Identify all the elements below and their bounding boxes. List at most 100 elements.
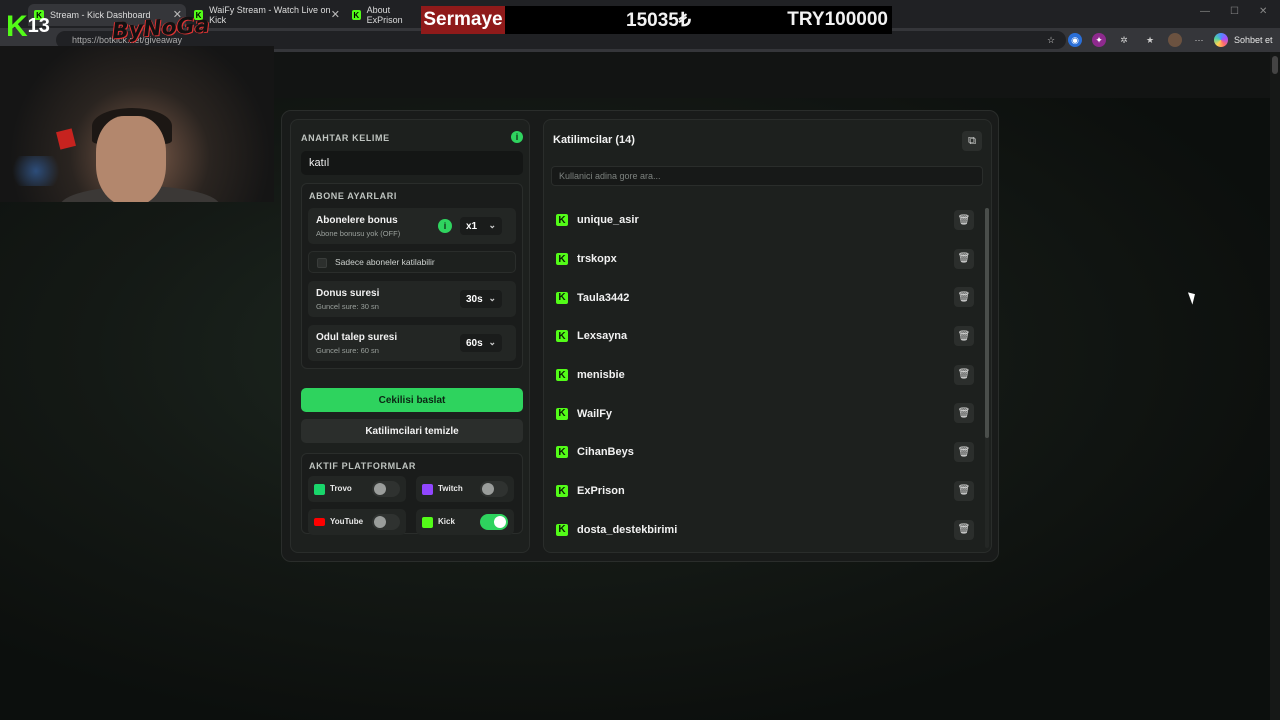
keyword-input[interactable]: katıl [301,151,523,175]
extension-icon[interactable]: ◉ [1068,33,1082,47]
participant-row: Kmenisbie 🗑 [548,356,980,395]
copilot-chat-button[interactable]: Sohbet et [1214,32,1273,48]
participants-column: Katilimcilar (14) ⧉ Kullanici adina gore… [543,119,992,553]
participant-name: trskopx [577,253,617,266]
twitch-toggle[interactable] [480,481,508,497]
clear-participants-button[interactable]: Katilimcilari temizle [301,419,523,443]
platform-label: YouTube [330,517,364,526]
maximize-icon[interactable]: ☐ [1230,6,1239,17]
subscriber-bonus-row: Abonelere bonus Abone bonusu yok (OFF) i… [308,208,516,244]
kick-favicon-icon: K [352,10,361,20]
kick-icon [422,517,433,528]
avatar[interactable] [1168,33,1182,47]
scrollbar-thumb[interactable] [985,208,989,438]
platform-kick: Kick [416,509,514,535]
claim-duration-select[interactable]: 60s ⌄ [460,334,502,352]
subscribers-only-label: Sadece aboneler katilabilir [335,257,435,267]
participant-name: menisbie [577,369,625,382]
subscriber-bonus-title: Abonelere bonus [316,215,398,226]
trash-icon[interactable]: 🗑 [954,519,974,540]
page-scrollbar[interactable] [1270,52,1280,720]
webcam-overlay [0,46,274,202]
close-tab-icon[interactable]: ✕ [331,8,340,21]
capital-label: Sermaye [421,6,505,34]
participant-name: Taula3442 [577,291,630,304]
page-scrollbar-thumb[interactable] [1272,56,1278,74]
participant-row: Kunique_asir 🗑 [548,201,980,240]
kick-toggle[interactable] [480,514,508,530]
start-giveaway-button[interactable]: Cekilisi baslat [301,388,523,412]
participant-name: WailFy [577,407,613,420]
extension-icon[interactable]: ✦ [1092,33,1106,47]
trash-icon[interactable]: 🗑 [954,442,974,463]
youtube-toggle[interactable] [372,514,400,530]
participant-row: K Taula3442 🗑 [548,278,980,317]
info-icon[interactable]: i [438,219,452,233]
keyword-title: ANAHTAR KELIME [301,133,390,143]
tab-title: About ExPrison [366,5,403,25]
bonus-duration-select[interactable]: 30s ⌄ [460,290,502,308]
subscriber-bonus-status: Abone bonusu yok (OFF) [316,229,401,238]
kick-icon: K [556,446,568,459]
subscribers-only-checkbox[interactable] [317,258,327,268]
participant-row: Kdosta_destekbirimi 🗑 [548,511,980,550]
toggle-knob [374,483,386,495]
trovo-toggle[interactable] [372,481,400,497]
bonus-duration-title: Donus suresi [316,288,380,299]
participant-row: Ktrskopx 🗑 [548,240,980,279]
browser-tab-2[interactable]: K WaiFy Stream - Watch Live on Kick ✕ [188,4,344,26]
active-platforms-title: AKTIF PLATFORMLAR [309,461,417,471]
close-window-icon[interactable]: ✕ [1259,6,1267,17]
trash-icon[interactable]: 🗑 [954,403,974,424]
trash-icon[interactable]: 🗑 [954,364,974,385]
claim-duration-current: Guncel sure: 60 sn [316,346,379,355]
claim-duration-title: Odul talep suresi [316,332,398,343]
toggle-knob [494,516,506,528]
star-icon[interactable]: ☆ [1044,33,1058,47]
trash-icon[interactable]: 🗑 [954,287,974,308]
capital-value: 15035₺ [626,10,691,31]
trash-icon[interactable]: 🗑 [954,210,974,230]
platform-twitch: Twitch [416,476,514,502]
trash-icon[interactable]: 🗑 [954,326,974,347]
chevron-down-icon: ⌄ [488,293,496,303]
copilot-label: Sohbet et [1234,35,1273,45]
trovo-icon [314,484,325,495]
youtube-icon [314,518,325,526]
favorites-icon[interactable]: ★ [1143,33,1157,47]
tab-title: WaiFy Stream - Watch Live on Kick [209,5,331,25]
subscriber-bonus-select[interactable]: x1 ⌄ [460,217,502,235]
turkish-flag [56,128,76,150]
kick-icon: K [556,253,568,266]
trash-icon[interactable]: 🗑 [954,480,974,501]
trash-icon[interactable]: 🗑 [954,248,974,269]
copy-icon[interactable]: ⧉ [962,131,982,151]
settings-column: ANAHTAR KELIME i katıl ABONE AYARLARI Ab… [290,119,530,553]
participants-title: Katilimcilar (14) [553,134,635,146]
participant-search-input[interactable]: Kullanici adina gore ara... [551,166,983,186]
kick-icon: K [556,291,568,304]
kick-icon: K [556,214,568,227]
toggle-knob [482,483,494,495]
platform-label: Kick [438,517,455,526]
info-icon[interactable]: i [511,131,523,143]
participant-name: dosta_destekbirimi [577,523,678,536]
more-menu-icon[interactable]: ⋯ [1192,33,1206,47]
subscribers-only-row[interactable]: Sadece aboneler katilabilir [308,251,516,273]
platform-label: Trovo [330,484,352,493]
browser-tab-3[interactable]: K About ExPrison [346,4,426,26]
background-light [6,156,66,186]
logo-letter: K [6,10,28,43]
participant-name: unique_asir [577,214,639,227]
kick-icon: K [556,523,568,536]
extensions-puzzle-icon[interactable]: ✲ [1117,33,1131,47]
streamer-face [96,116,166,202]
participant-name: CihanBeys [577,446,634,459]
minimize-icon[interactable]: — [1200,6,1210,17]
participant-list-scrollbar[interactable] [985,208,989,548]
kick-icon: K [556,407,568,420]
kick-icon: K [556,330,568,343]
platform-label: Twitch [438,484,463,493]
platform-trovo: Trovo [308,476,406,502]
giveaway-panel: ANAHTAR KELIME i katıl ABONE AYARLARI Ab… [281,110,999,562]
